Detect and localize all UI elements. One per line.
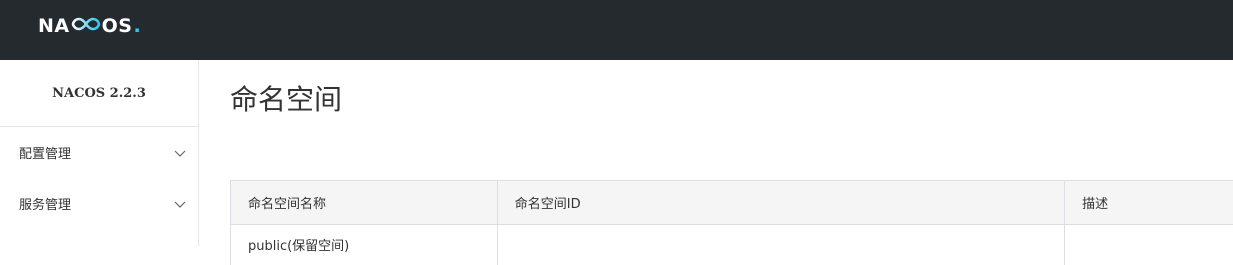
logo-text-left: NA xyxy=(38,15,70,37)
table-header-row: 命名空间名称 命名空间ID 描述 xyxy=(231,181,1233,225)
cell-description xyxy=(1065,225,1233,265)
column-header-description: 描述 xyxy=(1082,197,1109,212)
table-row: public(保留空间) xyxy=(231,225,1233,265)
cell-namespace-id xyxy=(498,225,1066,265)
sidebar-item-config-management[interactable]: 配置管理 xyxy=(0,127,198,178)
column-header-namespace-id: 命名空间ID xyxy=(498,181,1066,224)
sidebar: NACOS 2.2.3 配置管理 服务管理 xyxy=(0,60,199,246)
cell-namespace-name: public(保留空间) xyxy=(231,225,498,265)
top-header: NA OS . xyxy=(0,0,1233,60)
nacos-logo[interactable]: NA OS . xyxy=(38,15,141,37)
chevron-down-icon xyxy=(173,197,187,211)
chevron-down-icon xyxy=(173,146,187,160)
namespace-table: 命名空间名称 命名空间ID 描述 public(保留空间) xyxy=(230,180,1233,265)
infinity-icon xyxy=(71,15,101,37)
page-title: 命名空间 xyxy=(230,83,343,116)
logo-text-right: OS xyxy=(101,15,133,37)
sidebar-item-label: 服务管理 xyxy=(19,198,72,213)
version-label: NACOS 2.2.3 xyxy=(0,60,198,127)
logo-dot: . xyxy=(133,15,142,37)
main-content: 命名空间 命名空间名称 命名空间ID 描述 public(保留空间) xyxy=(199,60,1233,265)
sidebar-item-service-management[interactable]: 服务管理 xyxy=(0,178,198,229)
sidebar-item-label: 配置管理 xyxy=(19,147,72,162)
column-header-namespace-name: 命名空间名称 xyxy=(231,181,498,224)
